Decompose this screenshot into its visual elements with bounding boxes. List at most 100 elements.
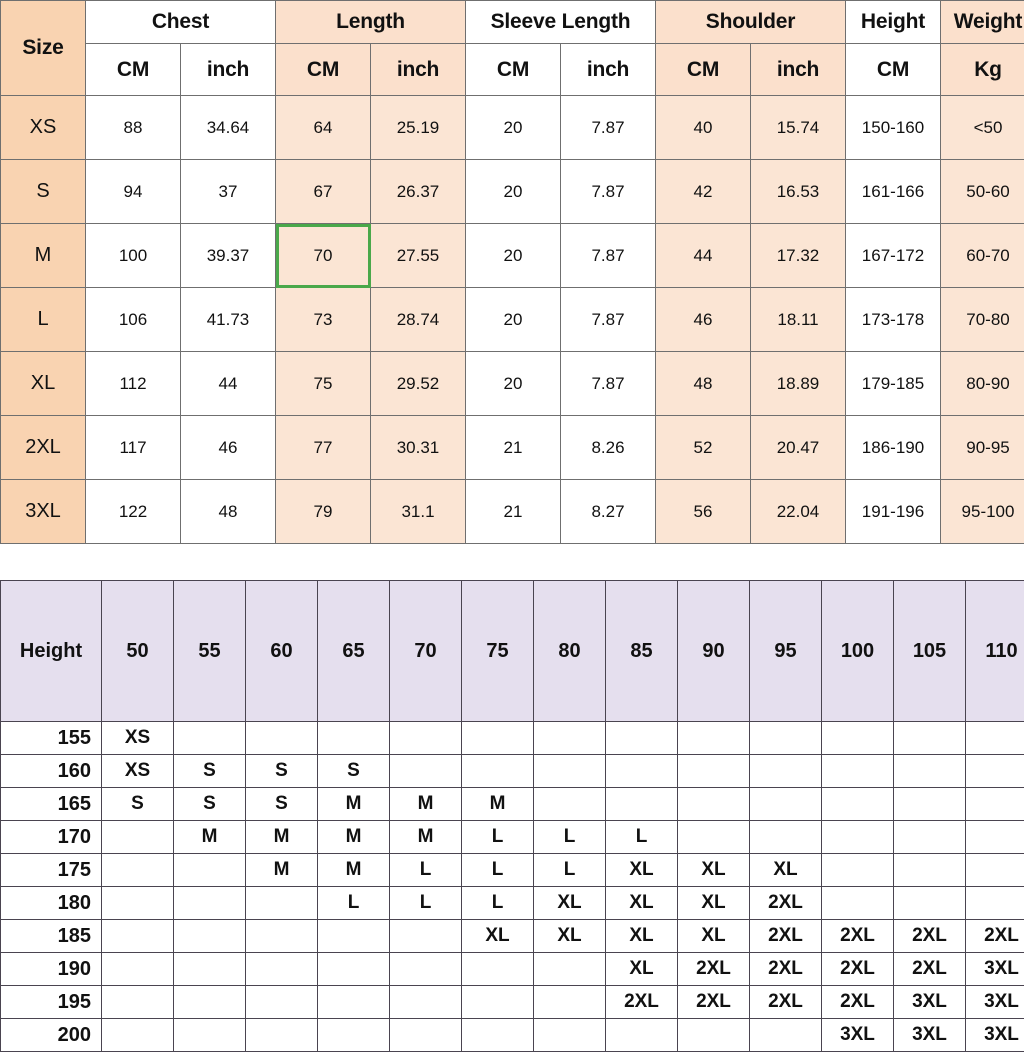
fit-matrix-row: 170MMMMLLL (1, 821, 1024, 854)
cell-chest-cm: 117 (86, 416, 181, 480)
group-header-height: Height (846, 1, 941, 44)
fit-cell-empty (750, 821, 822, 854)
cell-sleeve-cm: 20 (466, 288, 561, 352)
size-label-m: M (1, 224, 86, 288)
fit-cell-m: M (318, 788, 390, 821)
cell-length-cm: 79 (276, 480, 371, 544)
cell-weight-kg: 60-70 (941, 224, 1024, 288)
fit-cell-empty (462, 755, 534, 788)
highlighted-length-cm-cell: 70 (276, 224, 371, 288)
weight-column-header-50: 50 (102, 581, 174, 722)
size-chart-row: M10039.377027.55207.874417.32167-17260-7… (1, 224, 1024, 288)
fit-cell-l: L (390, 887, 462, 920)
fit-cell-empty (462, 722, 534, 755)
cell-sleeve-in: 7.87 (561, 352, 656, 416)
fit-cell-empty (462, 1019, 534, 1052)
cell-sleeve-cm: 21 (466, 416, 561, 480)
fit-cell-2xl: 2XL (678, 986, 750, 1019)
fit-cell-m: M (462, 788, 534, 821)
cell-chest-in: 46 (181, 416, 276, 480)
fit-cell-empty (822, 788, 894, 821)
fit-cell-empty (678, 821, 750, 854)
cell-sleeve-cm: 20 (466, 96, 561, 160)
fit-cell-empty (750, 722, 822, 755)
unit-header-weight-kg: Kg (941, 44, 1024, 96)
cell-length-in: 31.1 (371, 480, 466, 544)
group-header-length: Length (276, 1, 466, 44)
group-header-shoulder: Shoulder (656, 1, 846, 44)
fit-cell-empty (606, 788, 678, 821)
fit-cell-empty (534, 953, 606, 986)
fit-matrix-row: 185XLXLXLXL2XL2XL2XL2XL (1, 920, 1024, 953)
cell-shoulder-in: 20.47 (751, 416, 846, 480)
fit-cell-l: L (606, 821, 678, 854)
size-label-l: L (1, 288, 86, 352)
cell-length-in: 28.74 (371, 288, 466, 352)
fit-cell-empty (102, 887, 174, 920)
fit-cell-m: M (318, 821, 390, 854)
cell-sleeve-cm: 21 (466, 480, 561, 544)
fit-cell-empty (318, 986, 390, 1019)
cell-chest-in: 39.37 (181, 224, 276, 288)
fit-cell-2xl: 2XL (750, 986, 822, 1019)
cell-length-cm: 73 (276, 288, 371, 352)
fit-cell-empty (534, 722, 606, 755)
unit-header-length-inch: inch (371, 44, 466, 96)
weight-column-header-110: 110 (966, 581, 1024, 722)
fit-cell-empty (822, 821, 894, 854)
fit-cell-empty (246, 986, 318, 1019)
cell-shoulder-cm: 42 (656, 160, 751, 224)
weight-column-header-90: 90 (678, 581, 750, 722)
size-chart-body: XS8834.646425.19207.874015.74150-160<50S… (1, 96, 1024, 544)
fit-cell-empty (174, 854, 246, 887)
height-row-header-195: 195 (1, 986, 102, 1019)
unit-header-sleeve-inch: inch (561, 44, 656, 96)
fit-cell-s: S (246, 788, 318, 821)
fit-cell-2xl: 2XL (822, 986, 894, 1019)
fit-cell-empty (678, 788, 750, 821)
fit-cell-xl: XL (678, 854, 750, 887)
fit-cell-empty (390, 953, 462, 986)
fit-matrix-header: Height 50556065707580859095100105110 (1, 581, 1024, 722)
fit-cell-m: M (174, 821, 246, 854)
cell-shoulder-cm: 44 (656, 224, 751, 288)
fit-cell-empty (678, 1019, 750, 1052)
weight-column-header-85: 85 (606, 581, 678, 722)
height-row-header-170: 170 (1, 821, 102, 854)
cell-weight-kg: 90-95 (941, 416, 1024, 480)
fit-cell-empty (102, 1019, 174, 1052)
fit-cell-empty (534, 1019, 606, 1052)
fit-matrix-row: 2003XL3XL3XL (1, 1019, 1024, 1052)
fit-cell-empty (102, 920, 174, 953)
cell-length-cm: 67 (276, 160, 371, 224)
cell-shoulder-in: 17.32 (751, 224, 846, 288)
cell-length-cm: 77 (276, 416, 371, 480)
fit-cell-empty (462, 986, 534, 1019)
fit-cell-empty (246, 722, 318, 755)
fit-cell-l: L (462, 887, 534, 920)
size-chart-row: 2XL117467730.31218.265220.47186-19090-95 (1, 416, 1024, 480)
fit-cell-empty (102, 986, 174, 1019)
fit-matrix-row: 155XS (1, 722, 1024, 755)
fit-cell-empty (318, 953, 390, 986)
fit-cell-xl: XL (606, 887, 678, 920)
fit-cell-m: M (246, 821, 318, 854)
fit-cell-3xl: 3XL (894, 1019, 966, 1052)
fit-cell-empty (822, 887, 894, 920)
fit-cell-empty (822, 722, 894, 755)
fit-cell-xl: XL (678, 887, 750, 920)
cell-shoulder-cm: 48 (656, 352, 751, 416)
cell-sleeve-in: 7.87 (561, 224, 656, 288)
fit-cell-empty (894, 788, 966, 821)
fit-cell-empty (750, 788, 822, 821)
size-chart-row: 3XL122487931.1218.275622.04191-19695-100 (1, 480, 1024, 544)
fit-cell-empty (894, 755, 966, 788)
fit-cell-empty (534, 788, 606, 821)
cell-chest-cm: 88 (86, 96, 181, 160)
fit-cell-empty (822, 755, 894, 788)
size-chart-group-header-row: Size Chest Length Sleeve Length Shoulder… (1, 1, 1024, 44)
fit-cell-2xl: 2XL (894, 920, 966, 953)
fit-cell-2xl: 2XL (606, 986, 678, 1019)
fit-matrix-row: 190XL2XL2XL2XL2XL3XL (1, 953, 1024, 986)
fit-cell-empty (318, 1019, 390, 1052)
